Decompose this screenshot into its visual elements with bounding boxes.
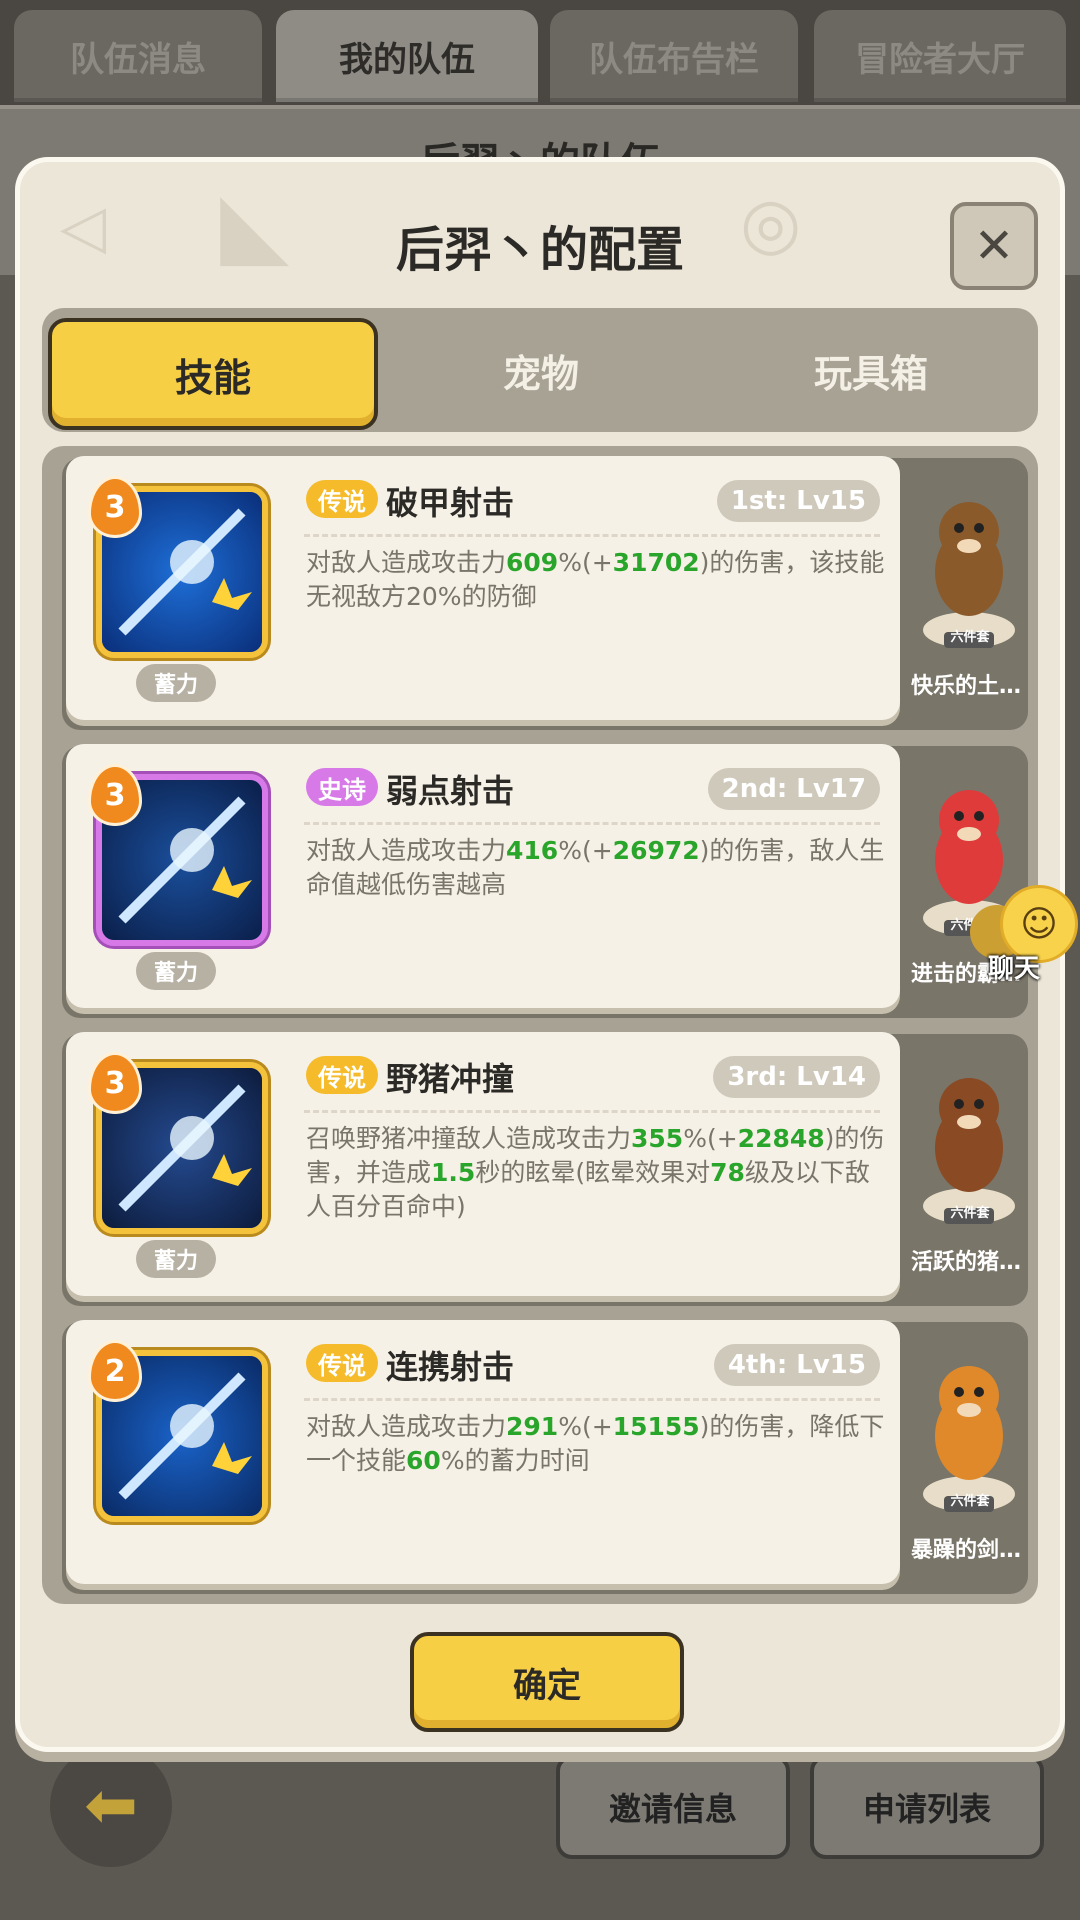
skill-value: 609	[506, 548, 559, 577]
close-button[interactable]: ✕	[950, 202, 1038, 290]
pet-set-tag: 六件套	[950, 1206, 990, 1221]
skill-text: 秒的眩晕(眩晕效果对	[475, 1158, 711, 1187]
back-button[interactable]: ⬅	[50, 1745, 172, 1867]
skill-name: 破甲射击	[386, 484, 515, 522]
skill-value: 26972	[612, 836, 700, 865]
skill-card[interactable]: 3 蓄力 史诗 弱点射击 2nd: Lv17 对敌人造成攻击力416%(+26972)的伤…	[66, 744, 900, 1008]
skill-text: 对敌人造成攻击力	[306, 1412, 507, 1441]
skill-value: 416	[506, 836, 559, 865]
charge-tag: 蓄力	[136, 952, 216, 990]
divider	[304, 534, 880, 537]
skill-row[interactable]: 六件套 快乐的土… 3 蓄力 传说 破甲射击 1st: Lv15 对敌人造成攻击力609%(+…	[42, 446, 1038, 730]
skill-text: %(+	[558, 836, 613, 865]
skill-card[interactable]: 2 传说 连携射击 4th: Lv15 对敌人造成攻击力291%(+15155)的伤害，…	[66, 1320, 900, 1584]
modal-title: 后羿丶的配置	[395, 222, 684, 278]
skill-text: %(+	[558, 1412, 613, 1441]
confirm-button[interactable]: 确定	[410, 1632, 684, 1732]
skill-description: 对敌人造成攻击力291%(+15155)的伤害，降低下一个技能60%的蓄力时间	[306, 1410, 892, 1478]
skill-card[interactable]: 3 蓄力 传说 破甲射击 1st: Lv15 对敌人造成攻击力609%(+31702)的伤…	[66, 456, 900, 720]
skill-description: 对敌人造成攻击力609%(+31702)的伤害，该技能无视敌方20%的防御	[306, 546, 892, 614]
skill-text: 对敌人造成攻击力	[306, 548, 507, 577]
skill-value: 15155	[612, 1412, 700, 1441]
back-arrow-icon: ⬅	[84, 1769, 138, 1843]
skill-row[interactable]: 六件套进击的霸…3蓄力史诗弱点射击2nd: Lv17对敌人造成攻击力416%(+…	[42, 734, 1038, 1018]
divider	[304, 822, 880, 825]
skill-text: 召唤野猪冲撞敌人造成攻击力	[306, 1124, 632, 1153]
config-modal: ◁ ◣ ◎ 后羿丶的配置 ✕ 技能 宠物 玩具箱 六件套 快乐的土… 3 蓄力 传说 破甲…	[20, 162, 1060, 1747]
charge-tag: 蓄力	[136, 664, 216, 702]
skill-value: 355	[631, 1124, 684, 1153]
pet-set-tag: 六件套	[950, 630, 990, 645]
skill-value: 1.5	[431, 1158, 476, 1187]
skill-slot-badge: 4th: Lv15	[713, 1344, 880, 1386]
invite-info-button[interactable]: 邀请信息	[556, 1755, 790, 1859]
skill-name: 连携射击	[386, 1348, 515, 1386]
skill-value: 78	[710, 1158, 745, 1187]
skill-name: 弱点射击	[386, 772, 515, 810]
skill-value: 291	[506, 1412, 559, 1441]
skill-value: 31702	[612, 548, 700, 577]
charge-tag: 蓄力	[136, 1240, 216, 1278]
skill-value: 60	[406, 1446, 441, 1475]
rarity-badge: 史诗	[306, 768, 378, 806]
skill-text: 对敌人造成攻击力	[306, 836, 507, 865]
top-tab-bar: 队伍消息 我的队伍 队伍布告栏 冒险者大厅	[0, 0, 1080, 105]
rarity-badge: 传说	[306, 1056, 378, 1094]
tab-team-messages[interactable]: 队伍消息	[14, 10, 262, 102]
skill-text: %(+	[683, 1124, 738, 1153]
pet-name: 快乐的土…	[910, 674, 1021, 699]
divider	[304, 1110, 880, 1113]
tab-adventurer-hall[interactable]: 冒险者大厅	[814, 10, 1066, 102]
pet-set-tag: 六件套	[950, 1494, 990, 1509]
pet-name: 活跃的猪…	[910, 1250, 1021, 1275]
skill-slot-badge: 1st: Lv15	[716, 480, 880, 522]
tab-toybox[interactable]: 玩具箱	[710, 318, 1032, 422]
skill-name: 野猪冲撞	[386, 1060, 515, 1098]
divider	[304, 1398, 880, 1401]
skill-value: 22848	[737, 1124, 825, 1153]
tab-skills[interactable]: 技能	[48, 318, 378, 430]
tab-my-team[interactable]: 我的队伍	[276, 10, 538, 102]
skill-list: 六件套 快乐的土… 3 蓄力 传说 破甲射击 1st: Lv15 对敌人造成攻击力609%(+…	[42, 446, 1038, 1604]
apply-list-button[interactable]: 申请列表	[810, 1755, 1044, 1859]
skill-description: 召唤野猪冲撞敌人造成攻击力355%(+22848)的伤害，并造成1.5秒的眩晕(…	[306, 1122, 892, 1224]
skill-text: %的蓄力时间	[440, 1446, 590, 1475]
chat-label[interactable]: 聊天	[988, 948, 1040, 985]
modal-tab-bar: 技能 宠物 玩具箱	[42, 308, 1038, 432]
skill-slot-badge: 3rd: Lv14	[713, 1056, 880, 1098]
skill-row[interactable]: 六件套 暴躁的剑… 2 传说 连携射击 4th: Lv15 对敌人造成攻击力291%(+15…	[42, 1310, 1038, 1594]
pet-name: 暴躁的剑…	[910, 1538, 1021, 1563]
rarity-badge: 传说	[306, 480, 378, 518]
skill-slot-badge: 2nd: Lv17	[707, 768, 880, 810]
close-icon: ✕	[973, 218, 1015, 274]
skill-description: 对敌人造成攻击力416%(+26972)的伤害，敌人生命值越低伤害越高	[306, 834, 892, 902]
rarity-badge: 传说	[306, 1344, 378, 1382]
skill-text: %(+	[558, 548, 613, 577]
skill-card[interactable]: 3 蓄力 传说 野猪冲撞 3rd: Lv14 召唤野猪冲撞敌人造成攻击力355%(+228…	[66, 1032, 900, 1296]
tab-team-board[interactable]: 队伍布告栏	[550, 10, 798, 102]
tab-pets[interactable]: 宠物	[380, 318, 702, 422]
skill-row[interactable]: 六件套 活跃的猪… 3 蓄力 传说 野猪冲撞 3rd: Lv14 召唤野猪冲撞敌人造成攻击力3…	[42, 1022, 1038, 1306]
